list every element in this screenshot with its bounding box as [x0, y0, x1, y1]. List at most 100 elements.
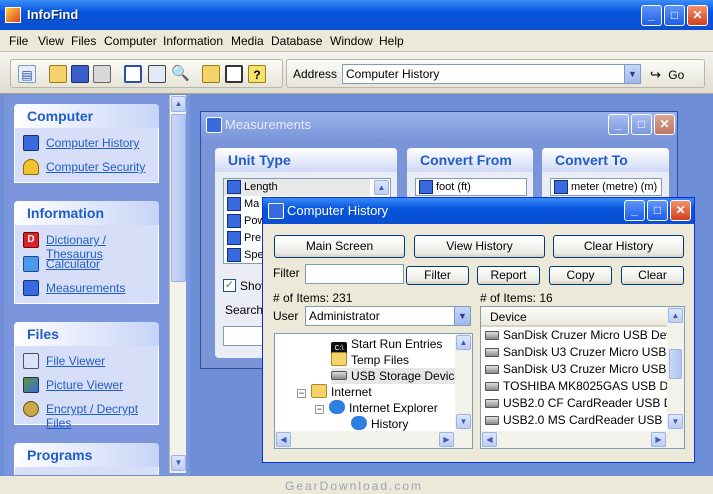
menu-file[interactable]: File	[9, 34, 28, 48]
sidebar-scrollbar[interactable]: ▲ ▼	[169, 95, 186, 473]
menu-database[interactable]: Database	[271, 34, 322, 48]
list-item[interactable]: Length	[224, 179, 370, 196]
filter-button[interactable]: Filter	[406, 266, 469, 285]
list-item[interactable]: USB2.0 CF CardReader USB D...	[481, 395, 684, 412]
panes-icon[interactable]	[124, 65, 142, 83]
view-history-button[interactable]: View History	[414, 235, 545, 258]
filter-input[interactable]	[305, 264, 404, 284]
clear-button[interactable]: Clear	[621, 266, 684, 285]
maximize-button[interactable]: □	[664, 5, 685, 26]
sidebar-item-computer-security[interactable]: Computer Security	[15, 155, 158, 179]
device-hscroll[interactable]: ◀ ▶	[481, 431, 684, 448]
panel-title[interactable]: Files	[14, 322, 159, 346]
tree-item-usb-storage[interactable]: USB Storage Devices	[331, 368, 468, 384]
tree-item-internet-explorer[interactable]: − Internet Explorer	[315, 400, 438, 416]
scroll-down-icon[interactable]: ▼	[171, 455, 186, 471]
list-item[interactable]: SanDisk U3 Cruzer Micro USB ...	[481, 361, 684, 378]
close-button[interactable]: ✕	[654, 114, 675, 135]
tree-view-icon[interactable]	[148, 65, 166, 83]
title-bar[interactable]: InfoFind _ □ ✕	[0, 0, 713, 30]
minimize-button[interactable]: _	[641, 5, 662, 26]
scroll-up-icon[interactable]: ▲	[171, 96, 186, 112]
close-button[interactable]: ✕	[670, 200, 691, 221]
list-item[interactable]: SanDisk Cruzer Micro USB Devi...	[481, 327, 684, 344]
filter-label: Filter	[273, 266, 300, 280]
list-item[interactable]: SanDisk U3 Cruzer Micro USB ...	[481, 344, 684, 361]
sidebar-item-computer-history[interactable]: Computer History	[15, 131, 158, 155]
scroll-right-icon[interactable]: ▶	[439, 432, 454, 447]
panel-title[interactable]: Computer	[14, 104, 159, 128]
help-icon[interactable]: ?	[248, 65, 266, 83]
minimize-button[interactable]: _	[608, 114, 629, 135]
convert-from-list[interactable]: foot (ft)	[415, 178, 527, 196]
options-icon[interactable]	[202, 65, 220, 83]
convert-to-list[interactable]: meter (metre) (m)	[550, 178, 662, 196]
menu-information[interactable]: Information	[163, 34, 223, 48]
collapse-icon[interactable]: −	[297, 389, 306, 398]
device-vscroll[interactable]: ▲ ▼	[667, 307, 684, 431]
main-screen-button[interactable]: Main Screen	[274, 235, 405, 258]
menu-computer[interactable]: Computer	[104, 34, 157, 48]
sidebar-item-measurements[interactable]: Measurements	[15, 276, 158, 300]
scroll-thumb[interactable]	[669, 349, 682, 379]
scroll-down-icon[interactable]: ▼	[668, 414, 683, 429]
maximize-button[interactable]: □	[647, 200, 668, 221]
open-folder-icon[interactable]	[49, 65, 67, 83]
clear-history-button[interactable]: Clear History	[553, 235, 684, 258]
show-checkbox[interactable]: ✓	[223, 279, 236, 292]
layout-icon[interactable]	[225, 65, 243, 83]
menu-files[interactable]: Files	[71, 34, 96, 48]
tree-item-history[interactable]: History	[351, 416, 408, 432]
find-icon[interactable]: 🔍	[171, 65, 190, 83]
sidebar-item-picture-viewer[interactable]: Picture Viewer	[15, 373, 158, 397]
list-item[interactable]: USB2.0 MS CardReader USB ...	[481, 412, 684, 429]
print-icon[interactable]	[93, 65, 111, 83]
computer-history-title-bar[interactable]: Computer History _ □ ✕	[263, 198, 694, 224]
menu-media[interactable]: Media	[231, 34, 264, 48]
list-item[interactable]: TOSHIBA MK8025GAS USB D...	[481, 378, 684, 395]
chevron-down-icon[interactable]: ▼	[454, 307, 470, 325]
device-column-header[interactable]: Device	[481, 307, 684, 327]
copy-button[interactable]: Copy	[549, 266, 612, 285]
menu-view[interactable]: View	[38, 34, 64, 48]
tree-vscroll[interactable]: ▲ ▼	[455, 334, 472, 431]
sidebar-item-dictionary[interactable]: D Dictionary / Thesaurus	[15, 228, 158, 261]
list-item[interactable]: foot (ft)	[416, 179, 526, 196]
save-icon[interactable]	[71, 65, 89, 83]
tree-item-temp-files[interactable]: Temp Files	[331, 352, 409, 368]
tree-item-start-run[interactable]: C:\ Start Run Entries	[331, 336, 442, 356]
history-tree[interactable]: C:\ Start Run Entries Temp Files USB Stor…	[274, 333, 473, 449]
device-list[interactable]: Device SanDisk Cruzer Micro USB Devi... …	[480, 306, 685, 449]
sidebar-item-encrypt-decrypt[interactable]: Encrypt / Decrypt Files	[15, 397, 158, 430]
report-icon[interactable]: ▤	[18, 65, 36, 83]
report-button[interactable]: Report	[477, 266, 540, 285]
drive-icon	[485, 382, 499, 391]
sidebar-item-file-viewer[interactable]: File Viewer	[15, 349, 158, 373]
scroll-down-icon[interactable]: ▼	[456, 414, 471, 429]
panel-title[interactable]: Information	[14, 201, 159, 225]
minimize-button[interactable]: _	[624, 200, 645, 221]
tree-hscroll[interactable]: ◀ ▶	[275, 431, 472, 448]
go-button[interactable]: ↪ Go	[650, 67, 684, 83]
items-count-left: # of Items: 231	[273, 291, 353, 305]
collapse-icon[interactable]: −	[315, 405, 324, 414]
scroll-thumb[interactable]	[171, 114, 186, 282]
scroll-left-icon[interactable]: ◀	[482, 432, 497, 447]
list-item[interactable]: meter (metre) (m)	[551, 179, 661, 196]
sidebar-item-calculator[interactable]: Calculator	[15, 252, 158, 276]
menu-window[interactable]: Window	[330, 34, 373, 48]
address-combo[interactable]: Computer History ▼	[342, 64, 641, 84]
scroll-left-icon[interactable]: ◀	[276, 432, 291, 447]
panel-title[interactable]: Programs	[14, 443, 159, 467]
scroll-up-icon[interactable]: ▲	[374, 180, 389, 195]
scroll-up-icon[interactable]: ▲	[668, 308, 683, 323]
scroll-right-icon[interactable]: ▶	[651, 432, 666, 447]
menu-help[interactable]: Help	[379, 34, 404, 48]
close-button[interactable]: ✕	[687, 5, 708, 26]
maximize-button[interactable]: □	[631, 114, 652, 135]
chevron-down-icon[interactable]: ▼	[624, 65, 640, 83]
scroll-up-icon[interactable]: ▲	[456, 335, 471, 350]
tree-item-internet[interactable]: − Internet	[297, 384, 372, 400]
user-select[interactable]: Administrator ▼	[305, 306, 471, 326]
measurements-title-bar[interactable]: Measurements _ □ ✕	[201, 112, 677, 138]
